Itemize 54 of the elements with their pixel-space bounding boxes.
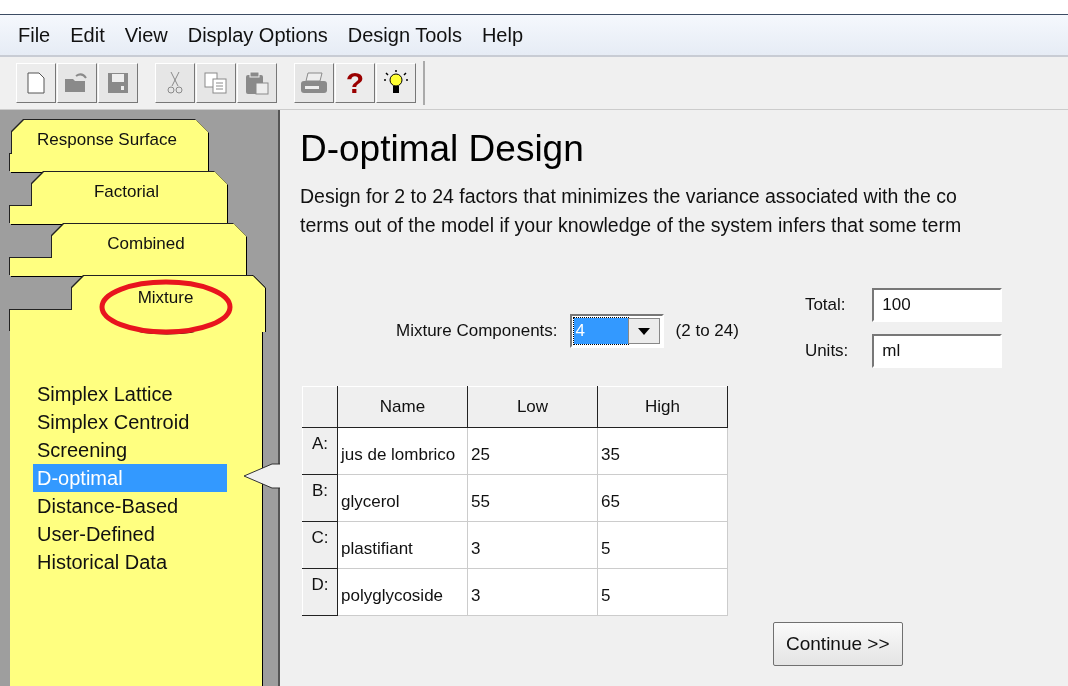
copy-icon <box>204 72 228 94</box>
continue-button[interactable]: Continue >> <box>773 622 903 666</box>
row-header: D: <box>302 568 338 616</box>
description: Design for 2 to 24 factors that minimizes the variance associated with the co terms out of the model if your knowledge of the system infers that some term <box>300 184 963 238</box>
table-cell[interactable]: plastifiant <box>337 521 468 569</box>
total-field[interactable]: 100 <box>872 288 1003 322</box>
menu-item[interactable]: Edit <box>60 23 115 47</box>
category-tab[interactable]: Factorial <box>10 172 227 224</box>
row-header: B: <box>302 474 338 522</box>
printer-icon <box>300 72 328 94</box>
range-hint: (2 to 24) <box>675 321 739 341</box>
menu-item[interactable]: Design Tools <box>337 23 472 47</box>
lightbulb-icon <box>383 70 409 96</box>
table-cell[interactable]: 65 <box>597 474 728 522</box>
row-header: C: <box>302 521 338 569</box>
design-list-item[interactable]: Historical Data <box>33 548 227 576</box>
clipboard-icon <box>245 71 269 95</box>
table-cell[interactable]: 25 <box>467 427 598 475</box>
units-field[interactable]: ml <box>872 334 1003 368</box>
page-title: D-optimal Design <box>300 128 585 170</box>
design-list-item[interactable]: Simplex Lattice <box>33 380 227 408</box>
design-list-item[interactable]: Distance-Based <box>33 492 227 520</box>
scissors-icon <box>167 71 183 95</box>
field-label: Units: <box>804 341 849 361</box>
field-label: Total: <box>804 295 847 315</box>
table-cell[interactable]: jus de lombrico <box>337 427 468 475</box>
design-list-item[interactable]: Screening <box>33 436 227 464</box>
menu-item[interactable]: File <box>8 23 61 47</box>
menu-item[interactable]: Display Options <box>177 23 338 47</box>
folder-icon <box>64 73 90 93</box>
table-cell[interactable]: 5 <box>597 521 728 569</box>
category-tab[interactable]: Combined <box>10 224 246 276</box>
toolbar-button[interactable] <box>376 63 416 103</box>
table-cell[interactable]: 5 <box>597 568 728 616</box>
design-list-item[interactable]: Simplex Centroid <box>33 408 227 436</box>
table-cell[interactable]: 35 <box>597 427 728 475</box>
help-button[interactable]: ? <box>335 63 375 103</box>
table-cell[interactable]: 3 <box>467 568 598 616</box>
new-file-icon <box>27 72 45 94</box>
dropdown-arrow-icon <box>637 327 650 335</box>
field-label: Mixture Components: <box>396 321 558 341</box>
design-list-item[interactable]: User-Defined <box>33 520 227 548</box>
menu-item[interactable]: View <box>114 23 178 47</box>
category-tab[interactable]: Response Surface <box>10 120 208 172</box>
category-tab[interactable]: Mixture <box>10 276 265 332</box>
column-header: Low <box>467 386 598 428</box>
table-cell[interactable]: 55 <box>467 474 598 522</box>
menu-item[interactable]: Help <box>471 23 534 47</box>
table-cell[interactable]: polyglycoside <box>337 568 468 616</box>
column-header: High <box>597 386 728 428</box>
column-header: Name <box>337 386 468 428</box>
table-cell[interactable]: glycerol <box>337 474 468 522</box>
row-header: A: <box>302 427 338 475</box>
table-cell[interactable]: 3 <box>467 521 598 569</box>
